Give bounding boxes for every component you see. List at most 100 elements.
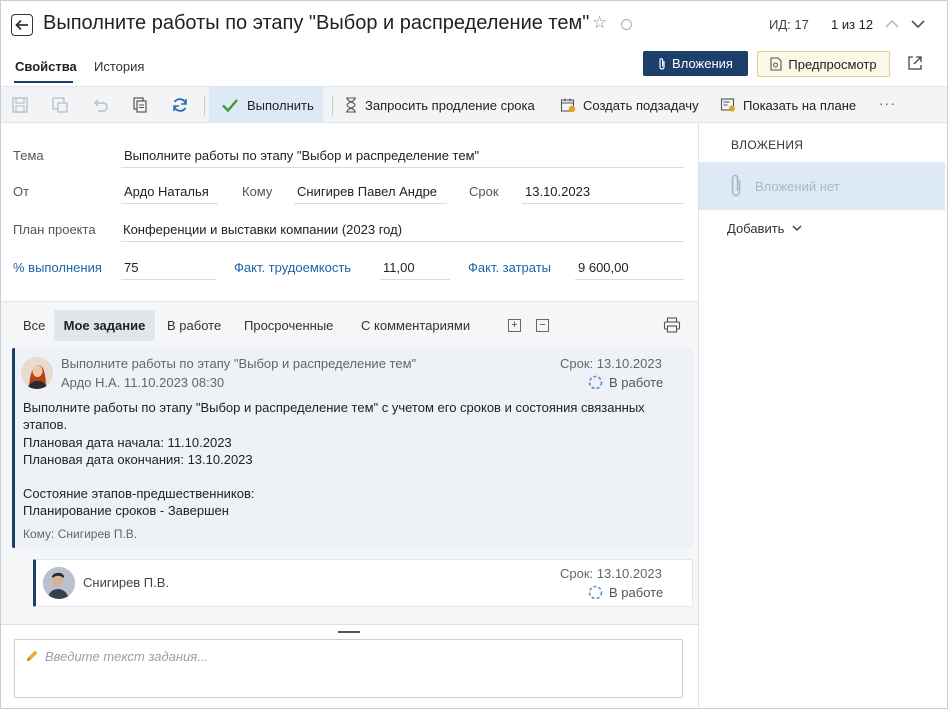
preview-button-label: Предпросмотр bbox=[788, 56, 877, 72]
printer-icon[interactable] bbox=[663, 317, 681, 333]
open-external-icon[interactable] bbox=[907, 55, 923, 71]
show-on-plan-label: Показать на плане bbox=[743, 97, 857, 113]
save-close-icon[interactable] bbox=[51, 96, 69, 114]
task-subject: Выполните работы по этапу "Выбор и распр… bbox=[61, 356, 417, 371]
copy-icon[interactable] bbox=[131, 96, 149, 114]
star-icon[interactable]: ☆ bbox=[592, 13, 607, 33]
filter-with-comments[interactable]: С комментариями bbox=[361, 318, 470, 333]
deadline-field[interactable]: 13.10.2023 bbox=[522, 184, 684, 204]
attachments-empty: Вложений нет bbox=[699, 162, 945, 210]
add-attachment-dropdown[interactable]: Добавить bbox=[727, 221, 802, 236]
deadline-label: Срок bbox=[469, 184, 499, 199]
chevron-down-icon[interactable] bbox=[911, 20, 925, 29]
tab-properties[interactable]: Свойства bbox=[15, 59, 77, 74]
task-body-line: Состояние этапов-предшественников: bbox=[23, 486, 255, 502]
subtask-assignee: Снигирев П.В. bbox=[83, 575, 170, 590]
toolbar-divider bbox=[332, 96, 333, 116]
chevron-up-icon[interactable] bbox=[885, 19, 899, 28]
project-field[interactable]: Конференции и выставки компании (2023 го… bbox=[121, 222, 684, 242]
execute-button[interactable]: Выполнить bbox=[209, 87, 323, 123]
attachments-button[interactable]: Вложения bbox=[643, 51, 748, 76]
undo-icon[interactable] bbox=[91, 96, 109, 114]
pager-counter: 1 из 12 bbox=[831, 17, 874, 32]
subtask-card[interactable]: Снигирев П.В. Срок: 13.10.2023 В работе bbox=[33, 559, 693, 607]
calendar-add-icon bbox=[560, 98, 576, 113]
preview-button[interactable]: Предпросмотр bbox=[757, 51, 890, 77]
task-recipient: Кому: Снигирев П.В. bbox=[23, 527, 138, 541]
task-body: Выполните работы по этапу "Выбор и распр… bbox=[23, 399, 663, 520]
subtask-status: В работе bbox=[588, 585, 663, 600]
checkmark-icon bbox=[222, 99, 238, 113]
percent-field[interactable]: 75 bbox=[121, 260, 216, 280]
from-field[interactable]: Ардо Наталья bbox=[121, 184, 218, 204]
arrow-left-icon bbox=[15, 19, 28, 31]
collapse-all-button[interactable]: − bbox=[536, 319, 549, 332]
record-id: ИД: 17 bbox=[769, 17, 809, 32]
task-status-label: В работе bbox=[609, 375, 664, 390]
request-extension-button[interactable]: Запросить продление срока bbox=[344, 87, 535, 123]
task-body-line: Выполните работы по этапу "Выбор и распр… bbox=[23, 400, 645, 433]
to-label: Кому bbox=[242, 184, 273, 199]
task-text-input[interactable]: Введите текст задания... bbox=[14, 639, 683, 698]
save-icon[interactable] bbox=[11, 96, 29, 114]
user-photo-icon bbox=[21, 357, 53, 389]
toolbar: Выполнить Запросить продление срока Созд… bbox=[1, 86, 947, 123]
filter-in-work[interactable]: В работе bbox=[167, 318, 221, 333]
to-field[interactable]: Снигирев Павел Андре bbox=[294, 184, 447, 204]
hourglass-icon bbox=[346, 97, 356, 113]
filter-all[interactable]: Все bbox=[23, 318, 45, 333]
resize-grip[interactable] bbox=[338, 631, 360, 633]
attachments-empty-label: Вложений нет bbox=[755, 178, 840, 194]
show-on-plan-button[interactable]: Показать на плане bbox=[720, 87, 856, 123]
document-search-icon bbox=[770, 57, 782, 71]
back-button[interactable] bbox=[11, 14, 33, 36]
toolbar-divider bbox=[204, 96, 205, 116]
topic-label: Тема bbox=[13, 148, 44, 163]
chevron-down-icon bbox=[792, 225, 802, 232]
project-label: План проекта bbox=[13, 222, 96, 237]
task-card[interactable]: Выполните работы по этапу "Выбор и распр… bbox=[12, 348, 693, 548]
panel-divider bbox=[698, 123, 699, 709]
active-tab-indicator bbox=[14, 81, 73, 83]
in-progress-icon bbox=[588, 375, 603, 390]
attachments-button-label: Вложения bbox=[672, 56, 733, 71]
labor-field[interactable]: 11,00 bbox=[380, 260, 450, 280]
tab-history[interactable]: История bbox=[94, 59, 144, 74]
refresh-icon[interactable] bbox=[171, 96, 189, 114]
subtask-status-label: В работе bbox=[609, 585, 664, 600]
task-due: Срок: 13.10.2023 bbox=[560, 356, 662, 371]
pencil-icon bbox=[27, 650, 38, 661]
splitter[interactable] bbox=[1, 624, 698, 625]
status-circle-icon[interactable] bbox=[621, 19, 632, 30]
paperclip-icon bbox=[659, 57, 665, 70]
execute-button-label: Выполнить bbox=[247, 97, 314, 113]
expand-all-button[interactable]: + bbox=[508, 319, 521, 332]
task-author-date: Ардо Н.А. 11.10.2023 08:30 bbox=[61, 375, 225, 390]
cost-field[interactable]: 9 600,00 bbox=[575, 260, 684, 280]
from-label: От bbox=[13, 184, 30, 199]
more-icon[interactable]: ··· bbox=[879, 95, 896, 111]
percent-link[interactable]: % выполнения bbox=[13, 260, 102, 275]
avatar bbox=[43, 567, 75, 599]
request-extension-label: Запросить продление срока bbox=[365, 97, 535, 113]
task-text-placeholder: Введите текст задания... bbox=[45, 649, 209, 664]
filter-overdue[interactable]: Просроченные bbox=[244, 318, 333, 333]
attachments-panel-title: ВЛОЖЕНИЯ bbox=[731, 138, 804, 152]
plan-chart-icon bbox=[720, 98, 735, 112]
create-subtask-label: Создать подзадачу bbox=[583, 97, 699, 113]
task-body-line: Планирование сроков - Завершен bbox=[23, 503, 229, 519]
task-body-line bbox=[23, 468, 663, 485]
paperclip-icon bbox=[731, 174, 741, 197]
labor-link[interactable]: Факт. трудоемкость bbox=[234, 260, 351, 275]
subtask-due: Срок: 13.10.2023 bbox=[560, 566, 662, 581]
topic-field[interactable]: Выполните работы по этапу "Выбор и распр… bbox=[121, 148, 684, 168]
avatar bbox=[21, 357, 53, 389]
create-subtask-button[interactable]: Создать подзадачу bbox=[560, 87, 699, 123]
filter-my-task[interactable]: Мое задание bbox=[54, 310, 155, 341]
add-attachment-label: Добавить bbox=[727, 221, 785, 236]
task-status: В работе bbox=[588, 375, 663, 390]
in-progress-icon bbox=[588, 585, 603, 600]
page-title: Выполните работы по этапу "Выбор и распр… bbox=[43, 12, 590, 34]
user-photo-icon bbox=[43, 567, 75, 599]
cost-link[interactable]: Факт. затраты bbox=[468, 260, 551, 275]
